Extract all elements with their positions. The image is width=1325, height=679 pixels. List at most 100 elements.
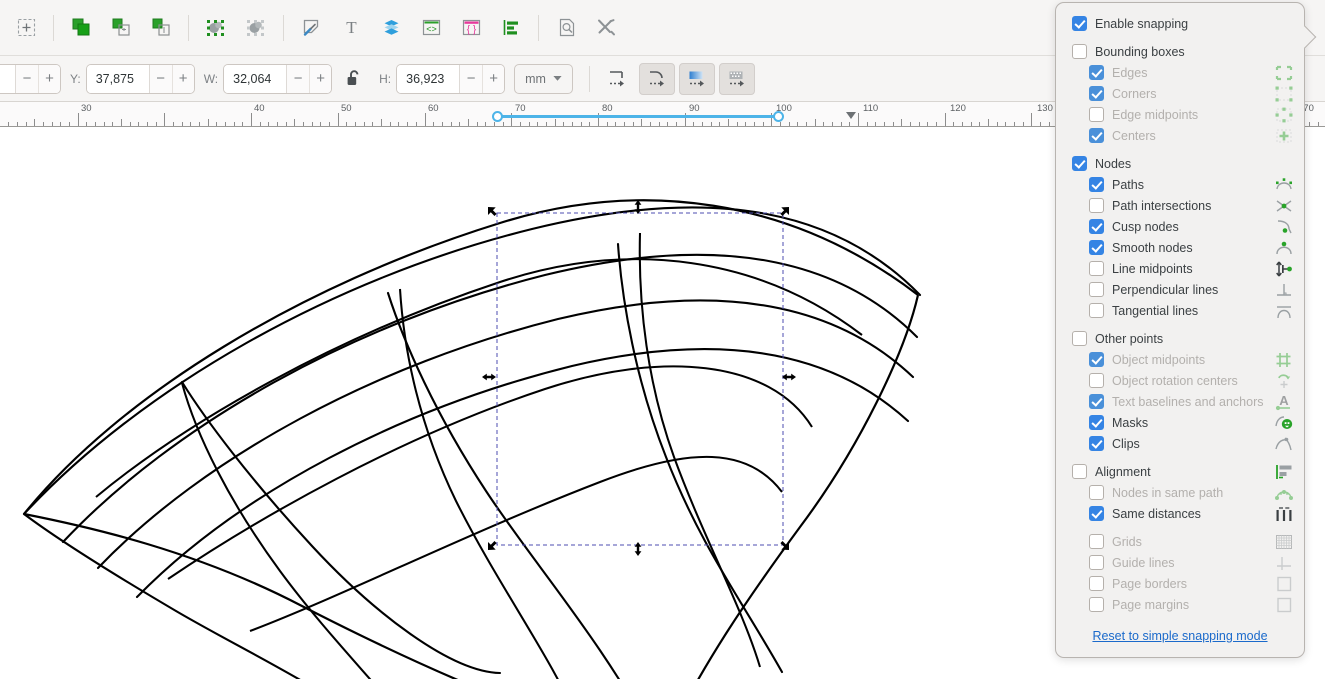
x-increment-button[interactable]: +: [38, 64, 60, 93]
checkbox-node-smooth[interactable]: [1089, 240, 1104, 255]
curved-mesh-grid[interactable]: [22, 206, 922, 679]
checkbox-object-rotation-centers[interactable]: [1089, 373, 1104, 388]
checkbox-bbox-edge-midpoints[interactable]: [1089, 107, 1104, 122]
checkbox-text-baselines-anchors[interactable]: [1089, 394, 1104, 409]
scale-handle-w[interactable]: [482, 373, 496, 381]
scale-handle-e[interactable]: [782, 373, 796, 381]
scale-rounded-corners-toggle[interactable]: [638, 62, 675, 95]
checkbox-nodes[interactable]: [1072, 156, 1087, 171]
height-increment-button[interactable]: +: [482, 64, 505, 93]
checkbox-clips[interactable]: [1089, 436, 1104, 451]
layers-dialog-button[interactable]: [374, 11, 408, 45]
x-position-field[interactable]: − +: [0, 63, 61, 94]
y-position-value[interactable]: 37,875: [86, 64, 149, 93]
checkbox-page-margins[interactable]: [1089, 597, 1104, 612]
width-decrement-button[interactable]: −: [287, 64, 310, 93]
snap-option-node-line-midpoints[interactable]: Line midpoints: [1056, 258, 1304, 279]
checkbox-node-line-midpoints[interactable]: [1089, 261, 1104, 276]
snap-option-node-tangential-lines[interactable]: Tangential lines: [1056, 300, 1304, 321]
x-position-value[interactable]: [0, 64, 15, 93]
text-and-font-button[interactable]: T: [334, 11, 368, 45]
width-increment-button[interactable]: +: [309, 64, 332, 93]
scale-handle-ne[interactable]: [780, 207, 789, 216]
group-objects-button[interactable]: [64, 11, 98, 45]
checkbox-other-points[interactable]: [1072, 331, 1087, 346]
scale-handle-sw[interactable]: [488, 541, 497, 550]
snap-option-page-margins[interactable]: Page margins: [1056, 594, 1304, 615]
y-position-field[interactable]: 37,875 − +: [85, 63, 195, 94]
snap-option-alignment[interactable]: Alignment: [1056, 461, 1304, 482]
checkbox-bounding-boxes[interactable]: [1072, 44, 1087, 59]
checkbox-guide-lines[interactable]: [1089, 555, 1104, 570]
snap-option-nodes-in-same-path[interactable]: Nodes in same path: [1056, 482, 1304, 503]
checkbox-nodes-in-same-path[interactable]: [1089, 485, 1104, 500]
select-all-in-all-layers-button[interactable]: [9, 11, 43, 45]
checkbox-grids[interactable]: [1089, 534, 1104, 549]
document-properties-button[interactable]: [549, 11, 583, 45]
snap-option-same-distances[interactable]: Same distances: [1056, 503, 1304, 524]
lock-width-height-ratio-toggle[interactable]: [340, 64, 368, 94]
scale-handle-s[interactable]: [634, 542, 642, 556]
snap-option-node-smooth[interactable]: Smooth nodes: [1056, 237, 1304, 258]
snap-option-page-borders[interactable]: Page borders: [1056, 573, 1304, 594]
checkbox-node-cusp[interactable]: [1089, 219, 1104, 234]
snap-option-bbox-corners[interactable]: Corners: [1056, 83, 1304, 104]
checkbox-node-paths[interactable]: [1089, 177, 1104, 192]
pop-selection-out-of-group-button[interactable]: [144, 11, 178, 45]
checkbox-bbox-corners[interactable]: [1089, 86, 1104, 101]
move-gradients-toggle[interactable]: [678, 62, 715, 95]
snap-option-node-path-intersections[interactable]: Path intersections: [1056, 195, 1304, 216]
snap-option-masks[interactable]: Masks: [1056, 412, 1304, 433]
height-value[interactable]: 36,923: [397, 64, 460, 93]
snap-option-clips[interactable]: Clips: [1056, 433, 1304, 454]
checkbox-same-distances[interactable]: [1089, 506, 1104, 521]
preferences-button[interactable]: [589, 11, 623, 45]
snap-option-guide-lines[interactable]: Guide lines: [1056, 552, 1304, 573]
move-patterns-toggle[interactable]: [718, 62, 755, 95]
checkbox-node-path-intersections[interactable]: [1089, 198, 1104, 213]
y-increment-button[interactable]: +: [171, 64, 194, 93]
checkbox-masks[interactable]: [1089, 415, 1104, 430]
align-and-distribute-button[interactable]: [494, 11, 528, 45]
checkbox-alignment[interactable]: [1072, 464, 1087, 479]
snap-option-object-midpoints[interactable]: Object midpoints: [1056, 349, 1304, 370]
reset-to-simple-snapping-link[interactable]: Reset to simple snapping mode: [1056, 629, 1304, 643]
objects-dialog-button[interactable]: [199, 11, 233, 45]
snap-option-node-perpendicular-lines[interactable]: Perpendicular lines: [1056, 279, 1304, 300]
snap-option-nodes[interactable]: Nodes: [1056, 153, 1304, 174]
checkbox-enable-snapping[interactable]: [1072, 16, 1087, 31]
snap-option-object-rotation-centers[interactable]: Object rotation centers: [1056, 370, 1304, 391]
units-dropdown[interactable]: mm: [514, 63, 573, 94]
scale-handle-n[interactable]: [634, 200, 642, 214]
selectors-dialog-button[interactable]: [239, 11, 273, 45]
width-value[interactable]: 32,064: [224, 64, 287, 93]
snap-option-bbox-edge-midpoints[interactable]: Edge midpoints: [1056, 104, 1304, 125]
checkbox-bbox-centers[interactable]: [1089, 128, 1104, 143]
snap-option-enable-snapping[interactable]: Enable snapping: [1056, 13, 1304, 34]
snap-option-bounding-boxes[interactable]: Bounding boxes: [1056, 41, 1304, 62]
snap-option-node-cusp[interactable]: Cusp nodes: [1056, 216, 1304, 237]
scale-handle-nw[interactable]: [488, 207, 497, 216]
snap-option-label: Centers: [1112, 128, 1156, 143]
x-decrement-button[interactable]: −: [16, 64, 38, 93]
height-decrement-button[interactable]: −: [460, 64, 483, 93]
checkbox-bbox-edges[interactable]: [1089, 65, 1104, 80]
y-decrement-button[interactable]: −: [149, 64, 172, 93]
fill-and-stroke-button[interactable]: [294, 11, 328, 45]
snap-option-node-paths[interactable]: Paths: [1056, 174, 1304, 195]
snap-option-bbox-edges[interactable]: Edges: [1056, 62, 1304, 83]
snap-option-text-baselines-anchors[interactable]: Text baselines and anchors A: [1056, 391, 1304, 412]
scale-stroke-width-toggle[interactable]: [599, 63, 635, 95]
checkbox-node-perpendicular-lines[interactable]: [1089, 282, 1104, 297]
width-field[interactable]: 32,064 − +: [223, 63, 333, 94]
snap-option-grids[interactable]: Grids: [1056, 531, 1304, 552]
xml-editor-button[interactable]: <>: [414, 11, 448, 45]
height-field[interactable]: 36,923 − +: [396, 63, 506, 94]
checkbox-node-tangential-lines[interactable]: [1089, 303, 1104, 318]
checkbox-page-borders[interactable]: [1089, 576, 1104, 591]
snap-option-bbox-centers[interactable]: Centers: [1056, 125, 1304, 146]
ungroup-objects-button[interactable]: [104, 11, 138, 45]
checkbox-object-midpoints[interactable]: [1089, 352, 1104, 367]
snap-option-other-points[interactable]: Other points: [1056, 328, 1304, 349]
css-selectors-button[interactable]: { }: [454, 11, 488, 45]
